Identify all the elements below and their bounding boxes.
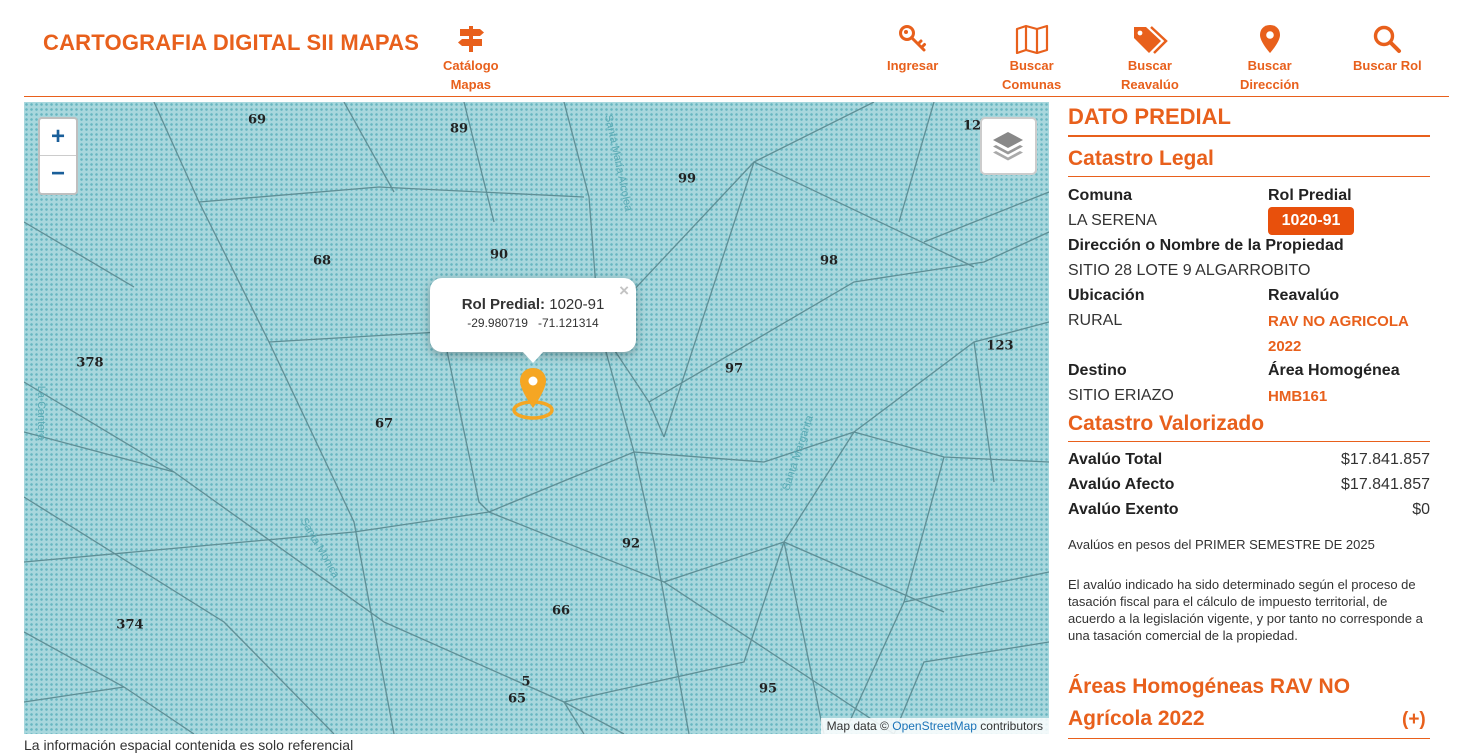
parcel-label: 5 [521, 674, 531, 690]
avaluo-period-note: Avalúos en pesos del PRIMER SEMESTRE DE … [1068, 537, 1375, 552]
zoom-control: + − [38, 117, 78, 195]
key-icon [898, 25, 926, 52]
zoom-out-button[interactable]: − [40, 156, 76, 192]
area-homogenea-label: Área Homogénea [1268, 362, 1400, 379]
openstreetmap-link[interactable]: OpenStreetMap [892, 719, 977, 733]
nav-catalogo-mapas[interactable]: Catálogo Mapas [443, 24, 499, 94]
tags-icon [1133, 26, 1168, 54]
parcel-label: 99 [677, 171, 697, 187]
area-homogenea-link[interactable]: HMB161 [1268, 388, 1327, 405]
parcel-label: 92 [621, 536, 641, 552]
section-divider [1068, 176, 1430, 177]
nav-label: Comunas [1002, 77, 1062, 92]
street-label: La Cantera [35, 385, 48, 441]
popup-close-button[interactable]: × [619, 281, 629, 301]
ubicacion-value: RURAL [1068, 312, 1123, 329]
direccion-value: SITIO 28 LOTE 9 ALGARROBITO [1068, 262, 1311, 279]
location-marker-icon[interactable] [511, 366, 555, 424]
section-divider [1068, 441, 1430, 442]
destino-label: Destino [1068, 362, 1127, 379]
search-icon [1374, 25, 1402, 53]
nav-label: Reavalúo [1121, 77, 1179, 92]
attribution-suffix: contributors [980, 719, 1043, 733]
panel-title: DATO PREDIAL [1068, 104, 1231, 129]
header-divider [24, 96, 1449, 97]
popup-lat: -29.980719 [467, 316, 528, 330]
parcel-label: 123 [986, 338, 1014, 354]
popup-rol-label: Rol Predial: [461, 296, 546, 313]
attribution-prefix: Map data © [826, 719, 889, 733]
parcel-label: 67 [374, 416, 394, 432]
nav-ingresar[interactable]: Ingresar [887, 24, 938, 75]
comuna-value: LA SERENA [1068, 212, 1157, 229]
nav-label: Ingresar [887, 58, 939, 73]
nav-label: Buscar [1127, 58, 1172, 73]
ubicacion-label: Ubicación [1068, 287, 1145, 304]
areas-homogeneas-heading: Áreas Homogéneas RAV NO [1068, 675, 1351, 698]
avaluo-disclaimer-note: El avalúo indicado ha sido determinado s… [1068, 577, 1423, 643]
location-pin-icon [1259, 25, 1280, 53]
nav-label: Buscar Rol [1353, 58, 1422, 73]
nav-label: Catálogo [443, 58, 499, 73]
signpost-icon [457, 26, 484, 52]
parcel-label: 98 [819, 253, 839, 269]
title-divider [1068, 135, 1430, 137]
map-view[interactable]: 69 89 99 12 68 90 98 378 97 123 67 92 66… [24, 102, 1049, 734]
avaluo-afecto-value: $17.841.857 [1341, 476, 1430, 493]
reavaluo-year[interactable]: 2022 [1268, 338, 1301, 355]
parcel-label: 378 [76, 355, 104, 371]
zoom-in-button[interactable]: + [40, 119, 76, 155]
parcel-label: 90 [489, 247, 509, 263]
comuna-label: Comuna [1068, 187, 1132, 204]
nav-label: Buscar [1009, 58, 1054, 73]
map-attribution: Map data © OpenStreetMap contributors [820, 718, 1049, 734]
parcel-label: 12 [962, 118, 982, 134]
parcel-label: 69 [247, 112, 267, 128]
avaluo-afecto-label: Avalúo Afecto [1068, 476, 1175, 493]
map-icon [1015, 24, 1048, 54]
popup-rol-value: 1020-91 [549, 296, 605, 313]
avaluo-total-label: Avalúo Total [1068, 451, 1163, 468]
layers-button[interactable] [980, 117, 1037, 175]
catastro-valorizado-heading: Catastro Valorizado [1068, 412, 1265, 435]
areas-homogeneas-heading-2: Agrícola 2022 [1068, 707, 1205, 730]
nav-buscar-direccion[interactable]: Buscar Dirección [1240, 24, 1299, 94]
parcel-label: 65 [507, 691, 527, 707]
parcel-popup: × Rol Predial: 1020-91 -29.980719 -71.12… [430, 278, 636, 363]
parcel-label: 95 [758, 681, 778, 697]
nav-buscar-rol[interactable]: Buscar Rol [1353, 24, 1422, 75]
nav-label: Buscar [1247, 58, 1292, 73]
parcel-label: 66 [551, 603, 571, 619]
avaluo-exento-label: Avalúo Exento [1068, 501, 1179, 518]
avaluo-total-value: $17.841.857 [1341, 451, 1430, 468]
popup-rol: Rol Predial: 1020-91 [430, 296, 636, 313]
popup-coordinates: -29.980719 -71.121314 [430, 316, 636, 330]
section-divider [1068, 738, 1430, 739]
layers-icon [993, 132, 1023, 161]
rol-predial-label: Rol Predial [1268, 187, 1352, 204]
parcel-label: 89 [449, 121, 469, 137]
expand-toggle[interactable]: (+) [1402, 709, 1426, 731]
parcel-label: 374 [116, 617, 144, 633]
rol-predial-badge: 1020-91 [1268, 207, 1354, 235]
destino-value: SITIO ERIAZO [1068, 387, 1174, 404]
nav-label: Dirección [1240, 77, 1300, 92]
nav-label: Mapas [450, 77, 492, 92]
reavaluo-label: Reavalúo [1268, 287, 1340, 304]
popup-lon: -71.121314 [538, 316, 599, 330]
parcel-label: 68 [312, 253, 332, 269]
reavaluo-link[interactable]: RAV NO AGRICOLA [1268, 313, 1409, 330]
parcel-label: 97 [724, 361, 744, 377]
nav-buscar-comunas[interactable]: Buscar Comunas [1002, 24, 1061, 94]
catastro-legal-heading: Catastro Legal [1068, 147, 1214, 170]
app-title[interactable]: CARTOGRAFIA DIGITAL SII MAPAS [43, 30, 419, 56]
direccion-label: Dirección o Nombre de la Propiedad [1068, 237, 1344, 254]
disclaimer-text: La información espacial contenida es sol… [24, 737, 354, 753]
nav-buscar-reavaluo[interactable]: Buscar Reavalúo [1121, 24, 1179, 94]
avaluo-exento-value: $0 [1412, 501, 1430, 518]
